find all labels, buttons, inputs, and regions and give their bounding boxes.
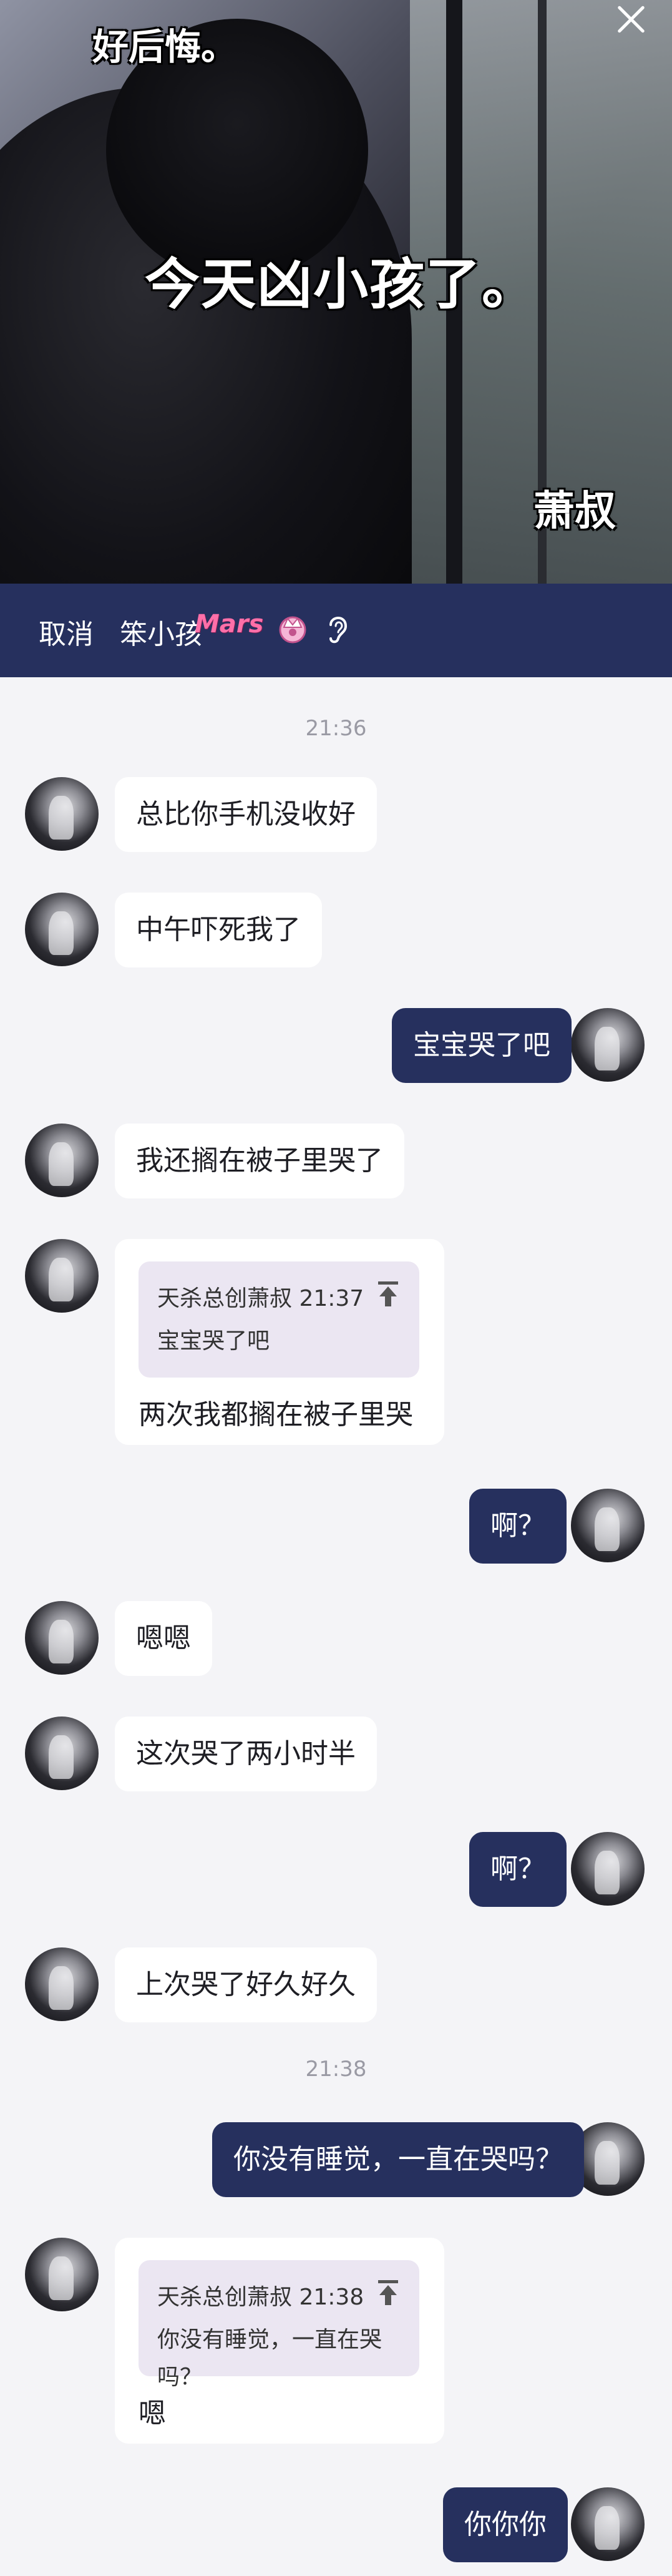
close-icon[interactable]: [610, 0, 653, 40]
jump-to-quote-icon[interactable]: [376, 2279, 401, 2306]
ear-icon[interactable]: [324, 611, 349, 646]
chat-title: 笨小孩: [120, 619, 202, 650]
banner-caption-signature: 萧叔: [533, 487, 616, 535]
message-bubble-in-reply[interactable]: 天杀总创萧叔 21:37 宝宝哭了吧 两次我都搁在被子里哭: [115, 1239, 444, 1445]
chat-area[interactable]: 21:36 总比你手机没收好 中午吓死我了 宝宝哭了吧 我还搁在被子里哭了 天杀…: [0, 677, 672, 2576]
video-banner: 好后悔。 今天凶小孩了。 萧叔: [0, 0, 672, 584]
message-text: 嗯: [139, 2397, 166, 2429]
message-bubble-in[interactable]: 上次哭了好久好久: [115, 1947, 377, 2022]
message-bubble-out[interactable]: 你你你: [443, 2487, 568, 2562]
message-bubble-in[interactable]: 我还搁在被子里哭了: [115, 1124, 404, 1198]
message-bubble-out[interactable]: 你没有睡觉，一直在哭吗？: [212, 2122, 584, 2197]
message-bubble-in[interactable]: 这次哭了两小时半: [115, 1717, 377, 1791]
message-bubble-out[interactable]: 啊？: [469, 1489, 567, 1564]
quote-header: 天杀总创萧叔 21:37: [157, 1286, 364, 1311]
banner-caption-top: 好后悔。: [92, 26, 238, 68]
avatar[interactable]: [25, 893, 99, 966]
avatar[interactable]: [571, 1832, 645, 1906]
mars-badge: Mars: [195, 610, 264, 639]
avatar[interactable]: [25, 1717, 99, 1790]
avatar[interactable]: [571, 1489, 645, 1562]
quote-header: 天杀总创萧叔 21:38: [157, 2285, 364, 2310]
crown-icon: [279, 616, 306, 644]
avatar[interactable]: [571, 2487, 645, 2561]
banner-caption-main: 今天凶小孩了。: [145, 252, 538, 316]
cancel-button[interactable]: 取消: [39, 612, 94, 652]
avatar[interactable]: [25, 1239, 99, 1313]
avatar[interactable]: [25, 777, 99, 851]
jump-to-quote-icon[interactable]: [376, 1280, 401, 1308]
avatar[interactable]: [25, 1601, 99, 1675]
avatar[interactable]: [571, 1008, 645, 1082]
chat-header: 取消 笨小孩 Mars: [0, 584, 672, 677]
message-bubble-out[interactable]: 啊？: [469, 1832, 567, 1907]
message-bubble-in[interactable]: 中午吓死我了: [115, 893, 322, 967]
message-bubble-out[interactable]: 宝宝哭了吧: [392, 1008, 572, 1083]
timestamp: 21:38: [305, 2057, 367, 2082]
message-bubble-in[interactable]: 嗯嗯: [115, 1601, 212, 1676]
quoted-message[interactable]: 天杀总创萧叔 21:37 宝宝哭了吧: [139, 1261, 419, 1378]
message-bubble-in-reply[interactable]: 天杀总创萧叔 21:38 你没有睡觉，一直在哭吗？ 嗯: [115, 2238, 444, 2444]
quoted-message[interactable]: 天杀总创萧叔 21:38 你没有睡觉，一直在哭吗？: [139, 2260, 419, 2390]
quote-text: 你没有睡觉，一直在哭吗？: [157, 2327, 382, 2390]
avatar[interactable]: [25, 1124, 99, 1197]
message-text: 两次我都搁在被子里哭: [139, 1399, 413, 1431]
quote-text: 宝宝哭了吧: [157, 1328, 270, 1354]
message-bubble-in[interactable]: 总比你手机没收好: [115, 777, 377, 852]
avatar[interactable]: [25, 1947, 99, 2021]
avatar[interactable]: [25, 2238, 99, 2311]
timestamp: 21:36: [305, 716, 367, 741]
